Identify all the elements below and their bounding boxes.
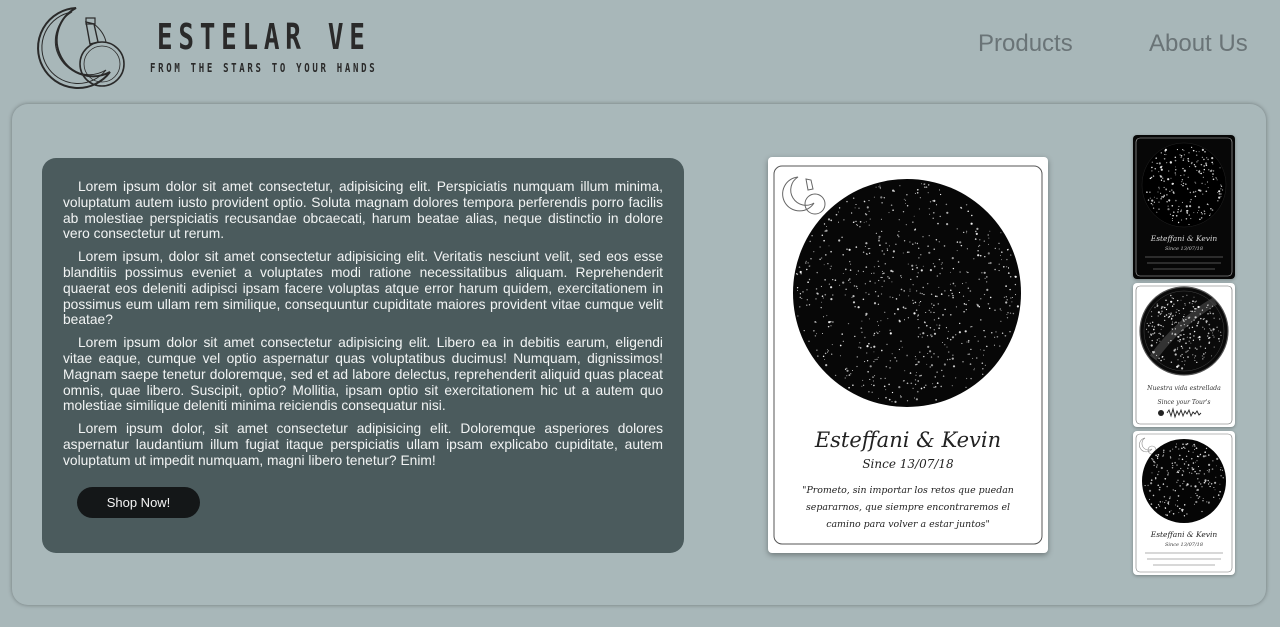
description-paragraph: Lorem ipsum dolor, sit amet consectetur …: [63, 421, 663, 468]
description-paragraph: Lorem ipsum, dolor sit amet consectetur …: [63, 249, 663, 328]
thumbnail-names: Esteffani & Kevin: [1150, 530, 1218, 539]
description-card: Lorem ipsum dolor sit amet consectetur, …: [42, 158, 684, 553]
thumbnail-title: Nuestra vida estrellada: [1146, 385, 1221, 392]
site-header: ESTELAR VE FROM THE STARS TO YOUR HANDS …: [0, 0, 1280, 95]
quote-line: separarnos, que siempre encontraremos el: [806, 502, 1010, 513]
quote-line: camino para volver a estar juntos": [826, 519, 990, 530]
nav-link-about-us[interactable]: About Us: [1149, 30, 1248, 58]
star-map-circle: [793, 179, 1021, 407]
shop-now-button[interactable]: Shop Now!: [77, 487, 200, 518]
thumbnail-since: Since 13/07/18: [1165, 542, 1203, 548]
thumbnail-names: Esteffani & Kevin: [1150, 234, 1218, 243]
thumbnail-subtitle: Since your Tour's: [1158, 399, 1211, 406]
thumbnail-dark-star-map[interactable]: Esteffani & Kevin Since 13/07/18: [1133, 135, 1235, 279]
since-date: Since 13/07/18: [862, 457, 954, 471]
quote-line: "Prometo, sin importar los retos que pue…: [802, 485, 1014, 496]
product-preview-image: Esteffani & Kevin Since 13/07/18 "Promet…: [768, 157, 1048, 553]
brand-name: ESTELAR VE: [157, 17, 371, 58]
couple-names: Esteffani & Kevin: [814, 428, 1001, 452]
description-paragraph: Lorem ipsum dolor sit amet consectetur a…: [63, 335, 663, 414]
description-paragraph: Lorem ipsum dolor sit amet consectetur, …: [63, 179, 663, 242]
moon-bottle-logo-icon: [782, 176, 826, 215]
thumbnail-light-star-map[interactable]: Esteffani & Kevin Since 13/07/18: [1133, 431, 1235, 575]
audio-wave-icon: [1158, 407, 1202, 419]
brand-tagline: FROM THE STARS TO YOUR HANDS: [150, 61, 378, 75]
moon-bottle-logo-icon[interactable]: [24, 2, 130, 92]
thumbnail-since: Since 13/07/18: [1165, 246, 1203, 252]
thumbnail-constellation-map[interactable]: Nuestra vida estrellada Since your Tour'…: [1133, 283, 1235, 427]
moon-bottle-logo-icon: [1139, 437, 1157, 455]
nav-link-products[interactable]: Products: [978, 30, 1073, 58]
